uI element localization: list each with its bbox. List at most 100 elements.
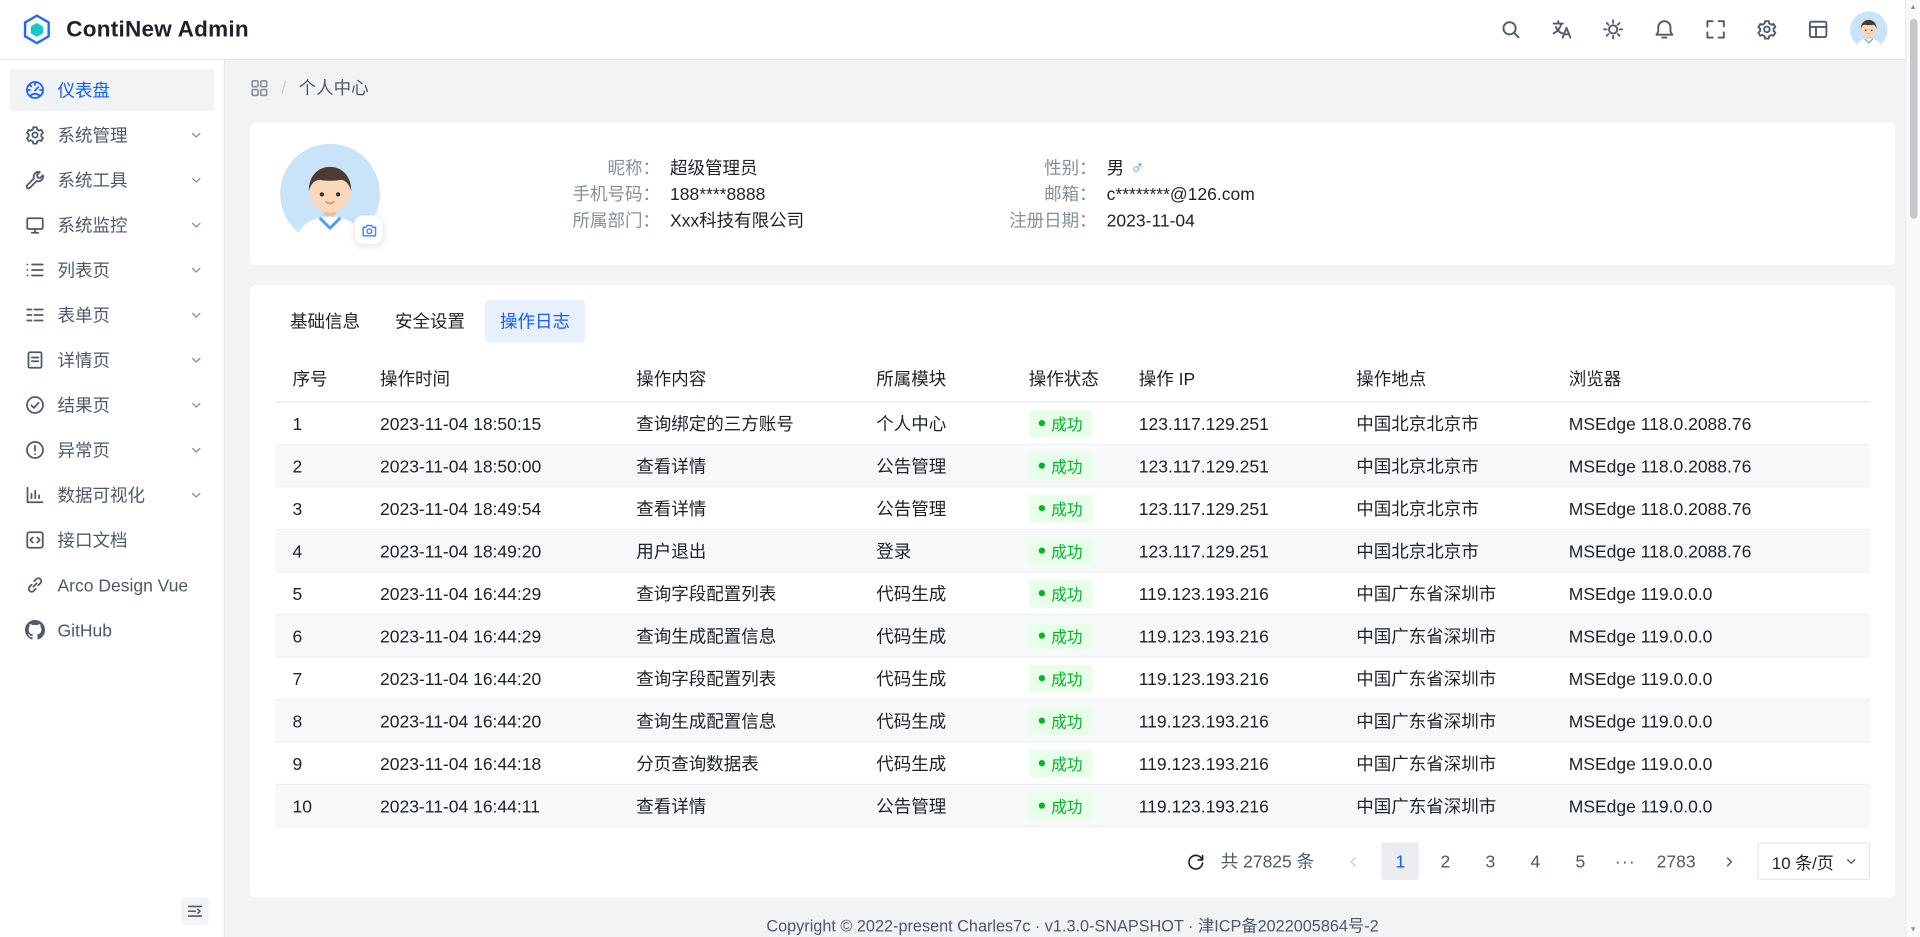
profile-field: 所属部门： Xxx科技有限公司	[555, 208, 804, 232]
sidebar-item[interactable]: 详情页	[10, 339, 214, 382]
header-actions	[1491, 11, 1836, 49]
sidebar-item-label: 系统监控	[58, 213, 177, 238]
change-avatar-button[interactable]	[355, 216, 383, 244]
status-badge: 成功	[1029, 792, 1093, 820]
status-dot-icon	[1039, 463, 1045, 469]
sidebar-item-label: 接口文档	[58, 528, 204, 553]
status-badge: 成功	[1029, 494, 1093, 522]
user-avatar[interactable]	[1850, 11, 1888, 49]
field-label: 性别：	[992, 156, 1097, 180]
field-value: 男	[1107, 156, 1125, 180]
tool-icon	[25, 170, 45, 190]
sidebar-item[interactable]: 系统监控	[10, 204, 214, 247]
page-button[interactable]: 2783	[1652, 843, 1701, 881]
header-action-button[interactable]	[1594, 11, 1632, 49]
header-action-button[interactable]	[1491, 11, 1529, 49]
cell-ip: 123.117.129.251	[1121, 530, 1339, 571]
sidebar-item[interactable]: Arco Design Vue	[10, 564, 214, 607]
header-action-button[interactable]	[1799, 11, 1837, 49]
header-action-button[interactable]	[1543, 11, 1581, 49]
scrollbar-thumb[interactable]	[1909, 19, 1917, 219]
cell-browser: MSEdge 119.0.0.0	[1551, 785, 1870, 826]
sidebar-item-label: 列表页	[58, 258, 177, 283]
avatar-icon	[1850, 11, 1888, 49]
chevron-left-icon	[1345, 853, 1361, 869]
apps-grid-icon[interactable]	[250, 78, 269, 97]
table-row: 7 2023-11-04 16:44:20 查询字段配置列表 代码生成 成功	[275, 658, 1870, 701]
scroll-up-arrow[interactable]: ▲	[1909, 4, 1916, 12]
cell-browser: MSEdge 118.0.2088.76	[1551, 403, 1870, 444]
header-action-button[interactable]	[1645, 11, 1683, 49]
chevron-down-icon	[189, 488, 204, 503]
header-action-button[interactable]	[1748, 11, 1786, 49]
page-button[interactable]: 2	[1427, 843, 1465, 881]
theme-light-icon	[1602, 19, 1623, 40]
cell-content: 查询生成配置信息	[619, 615, 859, 656]
chevron-down-icon	[1844, 854, 1859, 869]
footer-copyright: Copyright © 2022-present Charles7c · v1.…	[250, 913, 1895, 937]
sidebar-item-label: 仪表盘	[58, 78, 204, 103]
sidebar-item[interactable]: 系统工具	[10, 159, 214, 202]
cell-location: 中国北京北京市	[1339, 530, 1552, 571]
page-button[interactable]: 4	[1517, 843, 1555, 881]
sidebar-item[interactable]: 列表页	[10, 249, 214, 292]
sidebar-item-label: 结果页	[58, 393, 177, 418]
cell-location: 中国北京北京市	[1339, 403, 1552, 444]
next-page-button[interactable]	[1711, 843, 1749, 881]
link-icon	[25, 575, 45, 595]
page-button[interactable]: 5	[1562, 843, 1600, 881]
page-scrollbar[interactable]: ▲ ▼	[1905, 0, 1920, 937]
cell-content: 分页查询数据表	[619, 743, 859, 784]
tab[interactable]: 安全设置	[380, 300, 480, 343]
refresh-button[interactable]	[1181, 846, 1211, 876]
sidebar-menu: 仪表盘 系统管理 系统工具	[10, 69, 214, 652]
profile-fields: 昵称： 超级管理员 手机号码： 188****8888 所属	[555, 156, 1255, 232]
cell-content: 查看详情	[619, 445, 859, 486]
cell-content: 查看详情	[619, 488, 859, 529]
field-label: 注册日期：	[992, 208, 1097, 232]
collapse-icon	[186, 903, 204, 921]
column-header: 浏览器	[1551, 355, 1870, 401]
sidebar-collapse-button[interactable]	[181, 898, 209, 926]
translate-icon	[1551, 19, 1572, 40]
cell-location: 中国广东省深圳市	[1339, 573, 1552, 614]
page-size-select[interactable]: 10 条/页	[1758, 843, 1870, 881]
cell-module: 代码生成	[859, 700, 1012, 741]
table-row: 3 2023-11-04 18:49:54 查看详情 公告管理 成功	[275, 488, 1870, 531]
scroll-down-arrow[interactable]: ▼	[1909, 926, 1916, 934]
page-button[interactable]: 3	[1472, 843, 1510, 881]
sidebar-item[interactable]: 结果页	[10, 384, 214, 427]
prev-page-button[interactable]	[1334, 843, 1372, 881]
cell-time: 2023-11-04 16:44:20	[363, 658, 619, 699]
app-logo[interactable]: ContiNew Admin	[20, 13, 249, 47]
header-action-button[interactable]	[1696, 11, 1734, 49]
page-button[interactable]: 1	[1382, 843, 1420, 881]
sidebar-item-label: 异常页	[58, 438, 177, 463]
sidebar-item[interactable]: GitHub	[10, 609, 214, 652]
cell-time: 2023-11-04 16:44:20	[363, 700, 619, 741]
cell-status: 成功	[1011, 573, 1121, 614]
sidebar-item[interactable]: 系统管理	[10, 114, 214, 157]
cell-content: 查看详情	[619, 785, 859, 826]
cell-status: 成功	[1011, 615, 1121, 656]
tab-label: 基础信息	[290, 311, 360, 331]
result-icon	[25, 395, 45, 415]
column-header: 序号	[275, 355, 363, 401]
sidebar-item[interactable]: 接口文档	[10, 519, 214, 562]
cell-browser: MSEdge 118.0.2088.76	[1551, 445, 1870, 486]
bell-icon	[1653, 19, 1674, 40]
tab[interactable]: 基础信息	[275, 300, 375, 343]
cell-ip: 119.123.193.216	[1121, 700, 1339, 741]
sidebar-item[interactable]: 异常页	[10, 429, 214, 472]
sidebar-item[interactable]: 数据可视化	[10, 474, 214, 517]
cell-status: 成功	[1011, 403, 1121, 444]
cell-location: 中国北京北京市	[1339, 488, 1552, 529]
tab[interactable]: 操作日志	[485, 300, 585, 343]
sidebar-item[interactable]: 表单页	[10, 294, 214, 337]
cell-module: 个人中心	[859, 403, 1012, 444]
page-button[interactable]: ···	[1607, 843, 1645, 881]
table-row: 4 2023-11-04 18:49:20 用户退出 登录 成功	[275, 530, 1870, 573]
sidebar-item[interactable]: 仪表盘	[10, 69, 214, 112]
status-dot-icon	[1039, 548, 1045, 554]
breadcrumb: / 个人中心	[250, 60, 1895, 115]
